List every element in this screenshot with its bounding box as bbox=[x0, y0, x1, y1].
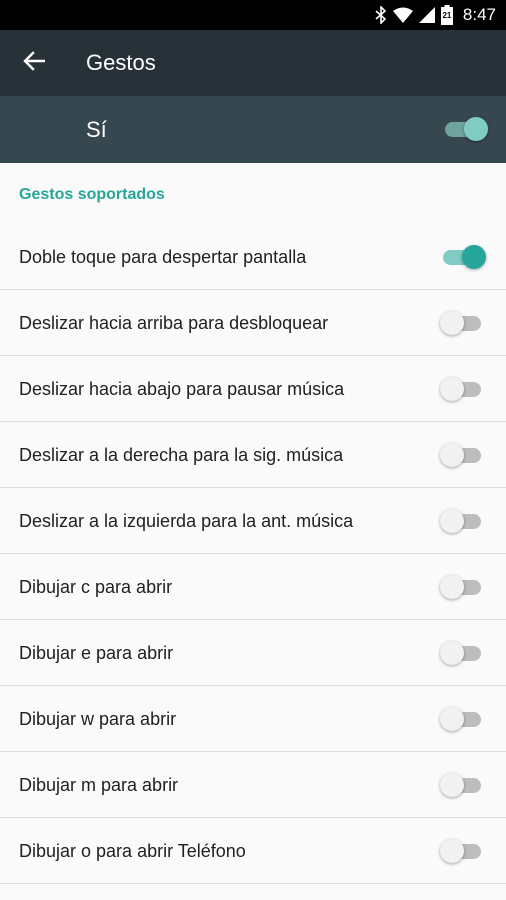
battery-icon: 21 bbox=[440, 5, 453, 25]
gesture-label: Dibujar w para abrir bbox=[19, 709, 177, 729]
gesture-toggle[interactable] bbox=[440, 440, 486, 470]
gesture-label: Dibujar c para abrir bbox=[19, 577, 173, 597]
toggle-thumb bbox=[440, 641, 464, 665]
gesture-row[interactable]: Dibujar o para abrir Teléfono bbox=[0, 818, 506, 884]
gesture-label: Dibujar o para abrir Teléfono bbox=[19, 841, 246, 861]
gesture-list: Doble toque para despertar pantalla Desli… bbox=[0, 224, 506, 884]
bluetooth-icon bbox=[375, 6, 387, 24]
app-bar: Gestos bbox=[0, 30, 506, 96]
gesture-toggle[interactable] bbox=[440, 704, 486, 734]
gesture-row[interactable]: Dibujar c para abrir bbox=[0, 554, 506, 620]
gesture-toggle[interactable] bbox=[440, 572, 486, 602]
gesture-label: Deslizar hacia arriba para desbloquear bbox=[19, 313, 329, 333]
gesture-toggle[interactable] bbox=[440, 308, 486, 338]
page-title: Gestos bbox=[86, 50, 156, 75]
status-icons: 21 8:47 bbox=[375, 0, 496, 30]
toggle-thumb bbox=[440, 443, 464, 467]
gesture-row[interactable]: Deslizar hacia abajo para pausar música bbox=[0, 356, 506, 422]
toggle-thumb bbox=[440, 509, 464, 533]
gesture-row[interactable]: Deslizar hacia arriba para desbloquear bbox=[0, 290, 506, 356]
gesture-row[interactable]: Deslizar a la izquierda para la ant. mús… bbox=[0, 488, 506, 554]
gesture-toggle[interactable] bbox=[440, 242, 486, 272]
cell-signal-icon bbox=[418, 7, 435, 23]
arrow-left-icon bbox=[23, 50, 46, 77]
gesture-toggle[interactable] bbox=[440, 836, 486, 866]
battery-level: 21 bbox=[442, 11, 452, 20]
master-toggle[interactable] bbox=[442, 114, 488, 144]
gesture-toggle[interactable] bbox=[440, 638, 486, 668]
gesture-label: Deslizar a la derecha para la sig. músic… bbox=[19, 445, 344, 465]
wifi-icon bbox=[392, 7, 413, 23]
gesture-toggle[interactable] bbox=[440, 374, 486, 404]
gesture-label: Deslizar hacia abajo para pausar música bbox=[19, 379, 345, 399]
toggle-thumb bbox=[440, 839, 464, 863]
gesture-label: Dibujar m para abrir bbox=[19, 775, 179, 795]
gesture-row[interactable]: Dibujar w para abrir bbox=[0, 686, 506, 752]
gesture-row[interactable]: Dibujar m para abrir bbox=[0, 752, 506, 818]
gesture-row[interactable]: Deslizar a la derecha para la sig. músic… bbox=[0, 422, 506, 488]
gesture-label: Deslizar a la izquierda para la ant. mús… bbox=[19, 511, 354, 531]
toggle-thumb bbox=[464, 117, 488, 141]
gesture-label: Dibujar e para abrir bbox=[19, 643, 174, 663]
gesture-toggle[interactable] bbox=[440, 506, 486, 536]
back-button[interactable] bbox=[14, 43, 54, 83]
toggle-thumb bbox=[462, 245, 486, 269]
gesture-row[interactable]: Doble toque para despertar pantalla bbox=[0, 224, 506, 290]
master-switch-bar[interactable]: Sí bbox=[0, 96, 506, 163]
status-bar: 21 8:47 bbox=[0, 0, 506, 30]
master-switch-label: Sí bbox=[86, 117, 107, 142]
gesture-row[interactable]: Dibujar e para abrir bbox=[0, 620, 506, 686]
toggle-thumb bbox=[440, 575, 464, 599]
toggle-thumb bbox=[440, 377, 464, 401]
toggle-thumb bbox=[440, 311, 464, 335]
section-header: Gestos soportados bbox=[19, 186, 165, 203]
gesture-label: Doble toque para despertar pantalla bbox=[19, 247, 307, 267]
status-time: 8:47 bbox=[462, 5, 496, 24]
gesture-toggle[interactable] bbox=[440, 770, 486, 800]
toggle-thumb bbox=[440, 707, 464, 731]
toggle-thumb bbox=[440, 773, 464, 797]
